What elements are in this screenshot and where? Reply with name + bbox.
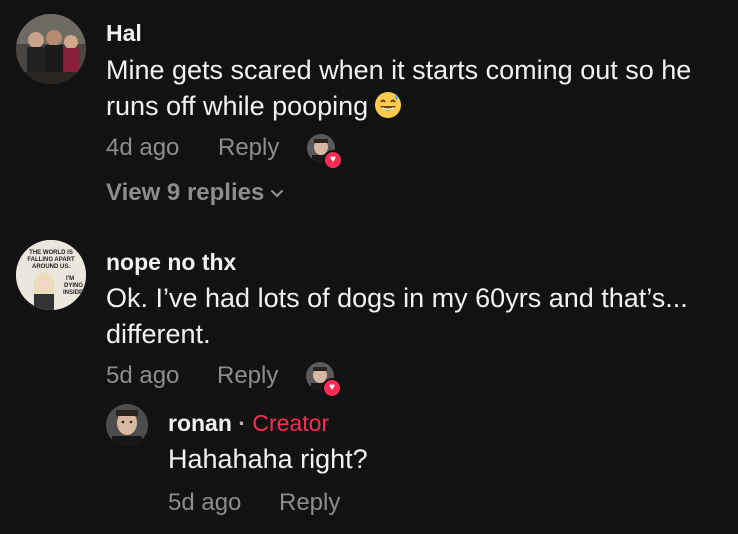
avatar-caption-line-6: INSIDE — [63, 290, 83, 296]
heart-icon: ♥ — [322, 378, 342, 398]
avatar[interactable] — [16, 14, 86, 84]
creator-liked-badge: ♥ — [307, 134, 343, 170]
username-separator: · — [238, 410, 246, 436]
avatar-caption-line-4: I'M — [66, 276, 74, 282]
creator-badge: Creator — [252, 410, 330, 436]
avatar-caption-line-1: THE WORLD IS — [29, 250, 73, 256]
reply-text: Hahahaha right? — [168, 444, 368, 474]
comment-text: Mine gets scared when it starts coming o… — [106, 52, 731, 124]
creator-face-icon — [106, 404, 148, 446]
reply-username: ronan · Creator — [168, 410, 329, 437]
comment-time: 5d ago — [106, 362, 180, 389]
reply-time: 5d ago — [168, 489, 242, 516]
username[interactable]: Hal — [106, 20, 142, 47]
avatar[interactable]: THE WORLD IS FALLING APART AROUND US. I'… — [16, 240, 86, 310]
reply-username-label[interactable]: ronan — [168, 410, 232, 436]
comment-time: 4d ago — [106, 134, 180, 161]
view-replies-button[interactable]: View 9 replies — [106, 179, 284, 207]
view-replies-label: View 9 replies — [106, 179, 265, 206]
reply-button[interactable]: Reply — [217, 362, 278, 390]
heart-icon: ♥ — [323, 150, 343, 170]
chevron-down-icon — [271, 189, 284, 198]
reply-button[interactable]: Reply — [218, 134, 279, 162]
group-photo-icon — [16, 14, 86, 84]
creator-liked-badge: ♥ — [306, 362, 342, 398]
avatar-caption-line-3: AROUND US. — [32, 264, 70, 270]
avatar-caption-line-5: DYING — [64, 283, 83, 289]
creator-reply-avatar[interactable] — [106, 404, 148, 446]
meme-avatar-icon: THE WORLD IS FALLING APART AROUND US. I'… — [16, 240, 86, 310]
username[interactable]: nope no thx — [106, 249, 236, 276]
comment-text: Ok. I’ve had lots of dogs in my 60yrs an… — [106, 283, 688, 349]
grinning-sweat-emoji-icon — [375, 92, 402, 118]
reply-button[interactable]: Reply — [279, 489, 340, 517]
avatar-caption-line-2: FALLING APART — [27, 257, 75, 263]
